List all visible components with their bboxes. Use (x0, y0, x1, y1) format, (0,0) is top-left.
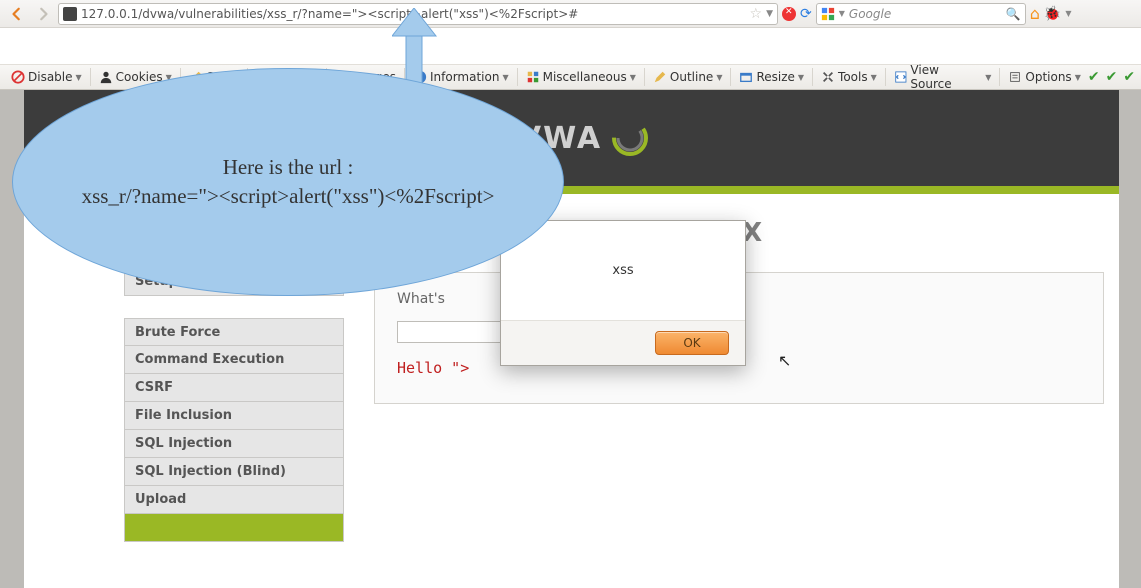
search-dropdown-caret-icon[interactable]: ▼ (839, 9, 845, 18)
check-icon[interactable]: ✔ (1123, 69, 1135, 85)
dvwa-page: DVWA Ho Instructions Setup Brute Force C… (24, 90, 1119, 588)
image-icon (335, 70, 349, 84)
dvwa-accent-band (24, 186, 1119, 194)
tb-outline[interactable]: Outline▼ (648, 69, 728, 85)
alert-message: xss (501, 221, 745, 321)
sidebar-item-cmdexec[interactable]: Command Execution (124, 346, 344, 374)
site-favicon (63, 7, 77, 21)
pencil-icon (189, 70, 203, 84)
sidebar-item-label: SQL Injection (135, 436, 232, 451)
sidebar-item-home[interactable]: Ho (124, 212, 344, 240)
search-placeholder: Google (849, 7, 1002, 21)
main-content: ted Cross Site Scripting (X What's Hello… (374, 212, 1119, 564)
tb-resize[interactable]: Resize▼ (734, 69, 809, 85)
sidebar-item-setup[interactable]: Setup (124, 268, 344, 296)
check-icon[interactable]: ✔ (1088, 69, 1100, 85)
person-icon (99, 70, 113, 84)
sidebar-item-label: SQL Injection (Blind) (135, 464, 286, 479)
google-icon (821, 7, 835, 21)
sidebar-item-sqli[interactable]: SQL Injection (124, 430, 344, 458)
tb-label: Resize (756, 70, 794, 84)
dvwa-logo-text: DVWA (491, 121, 602, 156)
home-button[interactable]: ⌂ (1030, 4, 1040, 23)
tb-label: Information (430, 70, 499, 84)
pencil2-icon (653, 70, 667, 84)
dvwa-header: DVWA (24, 90, 1119, 186)
sidebar-group-2: Brute Force Command Execution CSRF File … (124, 318, 344, 542)
tb-disable[interactable]: Disable▼ (6, 69, 87, 85)
toolbar-caret-icon[interactable]: ▼ (1065, 9, 1071, 18)
tb-label: Miscellaneous (543, 70, 627, 84)
misc-icon (526, 70, 540, 84)
tb-label: Disable (28, 70, 73, 84)
sidebar: Ho Instructions Setup Brute Force Comman… (124, 212, 344, 564)
form-icon (256, 70, 270, 84)
search-icon[interactable]: 🔍 (1006, 7, 1021, 21)
resize-icon (739, 70, 753, 84)
tb-css[interactable]: CSS▼ (184, 69, 244, 85)
tb-label: View Source (910, 63, 982, 91)
browser-nav-bar: 127.0.0.1/dvwa/vulnerabilities/xss_r/?na… (0, 0, 1141, 28)
sidebar-item-label: File Inclusion (135, 408, 232, 423)
tb-label: CSS (206, 70, 230, 84)
viewport: DVWA Ho Instructions Setup Brute Force C… (0, 90, 1141, 588)
stop-button[interactable] (782, 7, 796, 21)
tab-strip-area (0, 28, 1141, 64)
tb-viewsource[interactable]: View Source▼ (889, 62, 997, 92)
tb-forms[interactable]: Forms▼ (251, 69, 324, 85)
sidebar-group-1: Ho Instructions Setup (124, 212, 344, 296)
sidebar-item-label: Command Execution (135, 352, 284, 367)
tb-images[interactable]: Images (330, 69, 401, 85)
alert-ok-button[interactable]: OK (655, 331, 729, 355)
swoosh-icon (608, 116, 652, 160)
tb-options[interactable]: Options▼ (1003, 69, 1085, 85)
tools-icon (821, 70, 835, 84)
sidebar-item-upload[interactable]: Upload (124, 486, 344, 514)
reload-button[interactable]: ⟳ (800, 6, 812, 22)
tb-tools[interactable]: Tools▼ (816, 69, 882, 85)
js-alert-dialog: xss OK (500, 220, 746, 366)
no-entry-icon (11, 70, 25, 84)
svg-text:i: i (419, 73, 422, 84)
tb-label: Options (1025, 70, 1071, 84)
tb-label: Cookies (116, 70, 163, 84)
url-text: 127.0.0.1/dvwa/vulnerabilities/xss_r/?na… (81, 7, 578, 21)
back-button[interactable] (6, 3, 28, 25)
forward-button[interactable] (32, 3, 54, 25)
sidebar-item-instructions[interactable]: Instructions (124, 240, 344, 268)
sidebar-item-label: Ho (135, 219, 155, 234)
sidebar-item-label: Upload (135, 492, 186, 507)
tb-information[interactable]: i Information▼ (408, 69, 514, 85)
sidebar-item-label: Setup (135, 274, 178, 289)
tb-misc[interactable]: Miscellaneous▼ (521, 69, 641, 85)
tb-label: Outline (670, 70, 713, 84)
sidebar-item-label: Brute Force (135, 325, 220, 340)
info-icon: i (413, 70, 427, 84)
firebug-icon[interactable]: 🐞 (1044, 6, 1061, 22)
url-bar[interactable]: 127.0.0.1/dvwa/vulnerabilities/xss_r/?na… (58, 3, 778, 25)
check-icon[interactable]: ✔ (1106, 69, 1118, 85)
sidebar-item-csrf[interactable]: CSRF (124, 374, 344, 402)
sidebar-item-xss-reflected[interactable] (124, 514, 344, 542)
dvwa-logo: DVWA (491, 116, 652, 160)
search-bar[interactable]: ▼ Google 🔍 (816, 3, 1026, 25)
sidebar-item-bruteforce[interactable]: Brute Force (124, 318, 344, 346)
tb-cookies[interactable]: Cookies▼ (94, 69, 177, 85)
tb-label: Forms (273, 70, 309, 84)
source-icon (894, 70, 908, 84)
bookmark-star-icon[interactable]: ☆ (750, 6, 763, 22)
options-icon (1008, 70, 1022, 84)
cursor-icon: ↖ (778, 351, 791, 370)
sidebar-item-sqli-blind[interactable]: SQL Injection (Blind) (124, 458, 344, 486)
sidebar-item-label: Instructions (135, 246, 223, 261)
dropdown-caret-icon[interactable]: ▼ (766, 9, 773, 19)
sidebar-item-fileinclusion[interactable]: File Inclusion (124, 402, 344, 430)
page-title: ted Cross Site Scripting (X (374, 218, 1119, 248)
webdev-toolbar: Disable▼ Cookies▼ CSS▼ Forms▼ Images i I… (0, 64, 1141, 90)
tb-label: Tools (838, 70, 868, 84)
tb-label: Images (352, 70, 396, 84)
sidebar-item-label: CSRF (135, 380, 173, 395)
